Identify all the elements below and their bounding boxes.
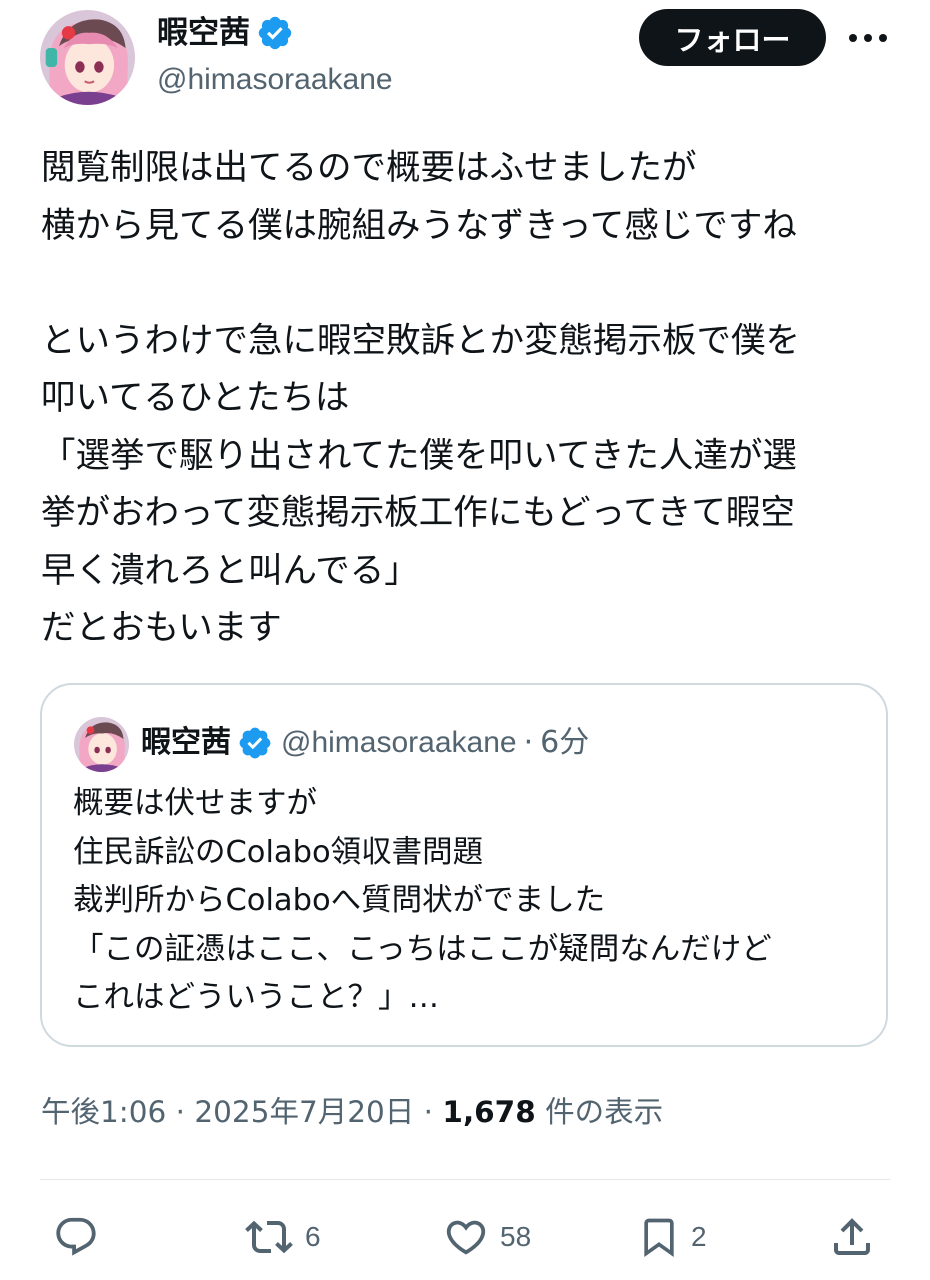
separator-dot: · bbox=[414, 1095, 443, 1129]
like-count: 58 bbox=[500, 1221, 532, 1252]
separator-dot: · bbox=[166, 1095, 195, 1129]
quoted-tweet-card[interactable]: 暇空茜 @himasoraakane · 6分 概要は伏せますが 住民訴訟のCo… bbox=[40, 683, 888, 1047]
retweet-icon bbox=[245, 1220, 293, 1254]
avatar-image bbox=[74, 717, 129, 772]
more-options-button[interactable] bbox=[846, 22, 890, 54]
more-options-icon bbox=[849, 34, 887, 42]
bookmark-icon bbox=[644, 1218, 674, 1258]
share-icon bbox=[834, 1218, 870, 1255]
tweet-date[interactable]: 2025年7月20日 bbox=[194, 1095, 414, 1129]
author-display-name[interactable]: 暇空茜 bbox=[157, 10, 294, 56]
share-button[interactable] bbox=[828, 1212, 876, 1262]
tweet-meta: 午後1:06 · 2025年7月20日 · 1,678 件の表示 bbox=[41, 1090, 663, 1134]
quoted-tweet-header: 暇空茜 @himasoraakane · 6分 bbox=[141, 721, 589, 765]
tweet-time[interactable]: 午後1:06 bbox=[41, 1095, 166, 1129]
quoted-tweet-text: 概要は伏せますが 住民訴訟のColabo領収書問題 裁判所からColaboへ質問… bbox=[73, 786, 772, 1015]
reply-icon bbox=[56, 1217, 96, 1256]
retweet-count: 6 bbox=[305, 1221, 321, 1252]
like-button[interactable]: 58 bbox=[442, 1212, 531, 1262]
view-count: 1,678 bbox=[442, 1095, 536, 1129]
quoted-author-avatar bbox=[74, 717, 129, 772]
author-avatar[interactable] bbox=[40, 10, 135, 105]
avatar-image bbox=[40, 10, 135, 105]
follow-button[interactable]: フォロー bbox=[639, 9, 826, 66]
quoted-author-name: 暇空茜 bbox=[141, 725, 231, 760]
separator-dot: · bbox=[523, 725, 534, 760]
quoted-author-handle: @himasoraakane bbox=[281, 726, 517, 759]
author-handle[interactable]: @himasoraakane bbox=[157, 58, 393, 102]
bookmark-button[interactable]: 2 bbox=[637, 1212, 707, 1262]
verified-badge-icon bbox=[258, 16, 292, 50]
quoted-tweet-time: 6分 bbox=[540, 725, 590, 760]
tweet-text: 閲覧制限は出てるので概要はふせましたが 横から見てる僕は腕組みうなずきって感じで… bbox=[41, 148, 800, 648]
reply-button[interactable] bbox=[52, 1212, 110, 1262]
view-count-label: 件の表示 bbox=[535, 1095, 664, 1129]
bookmark-count: 2 bbox=[691, 1221, 707, 1252]
divider bbox=[40, 1179, 890, 1180]
verified-badge-icon bbox=[239, 727, 271, 759]
author-name-text: 暇空茜 bbox=[157, 15, 250, 51]
heart-icon bbox=[446, 1220, 486, 1255]
retweet-button[interactable]: 6 bbox=[243, 1212, 321, 1262]
